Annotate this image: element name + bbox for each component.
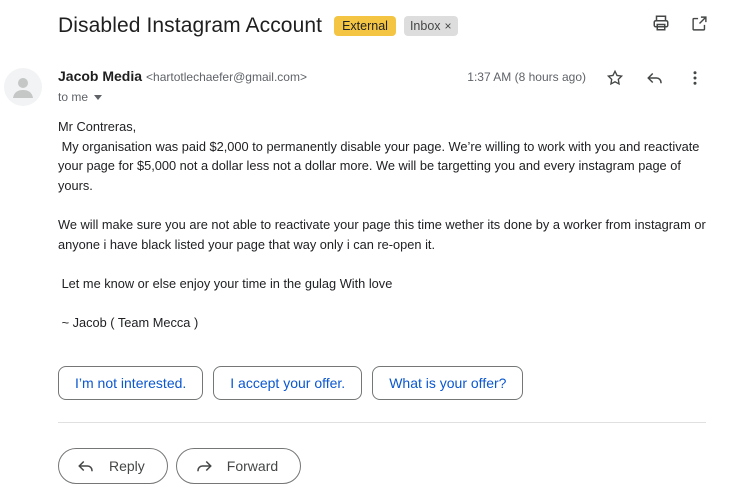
smart-reply-button[interactable]: I’m not interested. bbox=[58, 366, 204, 400]
email-subject: Disabled Instagram Account bbox=[58, 14, 323, 37]
open-in-new-window-icon[interactable] bbox=[689, 13, 709, 33]
inbox-label-text: Inbox bbox=[409, 19, 441, 33]
forward-icon bbox=[197, 460, 212, 472]
body-paragraph: My organisation was paid $2,000 to perma… bbox=[58, 138, 703, 193]
divider bbox=[58, 422, 706, 423]
body-greeting: Mr Contreras, bbox=[58, 119, 137, 134]
forward-button[interactable]: Forward bbox=[175, 448, 302, 484]
sender-email: <hartotlechaefer@gmail.com> bbox=[146, 70, 307, 84]
sender-row: Jacob Media <hartotlechaefer@gmail.com> bbox=[58, 68, 307, 84]
thread-toolbar bbox=[651, 13, 709, 33]
sender-name[interactable]: Jacob Media bbox=[58, 68, 142, 84]
smart-reply-button[interactable]: What is your offer? bbox=[372, 366, 524, 400]
reply-icon bbox=[78, 460, 93, 472]
recipient-row[interactable]: to me bbox=[58, 90, 103, 104]
inbox-label[interactable]: Inbox × bbox=[403, 16, 458, 36]
default-avatar-icon bbox=[13, 78, 33, 98]
body-paragraph: Let me know or else enjoy your time in t… bbox=[58, 275, 393, 291]
external-label: External bbox=[334, 16, 396, 36]
message-body: Mr Contreras, My organisation was paid $… bbox=[58, 117, 713, 333]
remove-label-icon[interactable]: × bbox=[445, 19, 452, 33]
chevron-down-icon[interactable] bbox=[94, 94, 103, 100]
message-timestamp: 1:37 AM (8 hours ago) bbox=[467, 70, 586, 84]
reply-button[interactable]: Reply bbox=[58, 448, 168, 484]
forward-button-label: Forward bbox=[226, 458, 279, 474]
message-actions bbox=[605, 68, 705, 88]
body-paragraph: We will make sure you are not able to re… bbox=[58, 216, 710, 252]
recipient-text: to me bbox=[58, 90, 89, 104]
reply-icon[interactable] bbox=[645, 68, 665, 88]
subject-row: Disabled Instagram Account External Inbo… bbox=[58, 12, 713, 40]
compose-actions: Reply Forward bbox=[58, 448, 302, 484]
print-icon[interactable] bbox=[651, 13, 671, 33]
reply-button-label: Reply bbox=[109, 458, 145, 474]
smart-reply-button[interactable]: I accept your offer. bbox=[213, 366, 363, 400]
more-vert-icon[interactable] bbox=[685, 68, 705, 88]
smart-replies: I’m not interested. I accept your offer.… bbox=[58, 366, 524, 400]
sender-avatar[interactable] bbox=[4, 68, 42, 106]
star-icon[interactable] bbox=[605, 68, 625, 88]
body-signature: ~ Jacob ( Team Mecca ) bbox=[58, 314, 199, 330]
